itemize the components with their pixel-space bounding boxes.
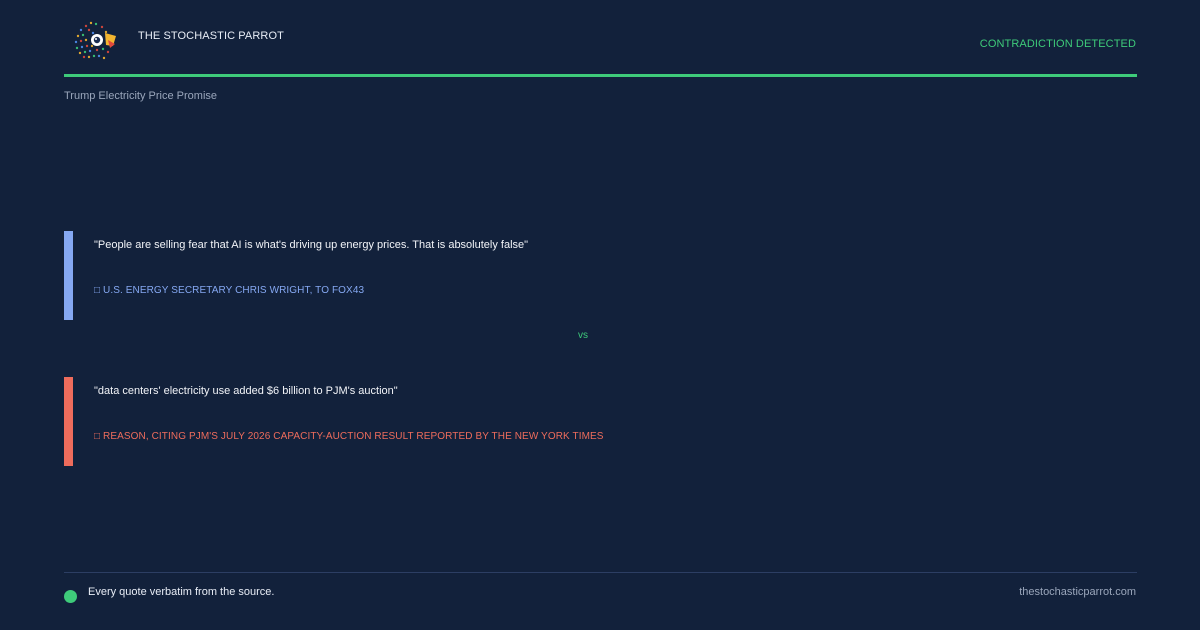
footer-note: Every quote verbatim from the source. xyxy=(88,586,275,598)
versus-label: vs xyxy=(578,330,588,341)
quote-accent-bar xyxy=(64,377,73,466)
status-dot-icon xyxy=(64,590,77,603)
brand-name: THE STOCHASTIC PARROT xyxy=(138,30,284,42)
quote-text: "People are selling fear that AI is what… xyxy=(94,239,529,251)
share-card: THE STOCHASTIC PARROT CONTRADICTION DETE… xyxy=(0,0,1200,630)
quote-attribution: □ U.S. ENERGY SECRETARY CHRIS WRIGHT, TO… xyxy=(94,285,365,296)
quote-block: "data centers' electricity use added $6 … xyxy=(64,377,1137,466)
quote-block: "People are selling fear that AI is what… xyxy=(64,231,1137,320)
site-link[interactable]: thestochasticparrot.com xyxy=(1019,586,1136,598)
quote-accent-bar xyxy=(64,231,73,320)
footer-divider xyxy=(64,572,1137,573)
quote-text: "data centers' electricity use added $6 … xyxy=(94,385,398,397)
header-divider xyxy=(64,74,1137,77)
topic-label: Trump Electricity Price Promise xyxy=(64,90,218,102)
quote-attribution: □ REASON, CITING PJM'S JULY 2026 CAPACIT… xyxy=(94,431,604,442)
status-badge: CONTRADICTION DETECTED xyxy=(979,38,1136,50)
parrot-logo-icon xyxy=(74,21,116,60)
